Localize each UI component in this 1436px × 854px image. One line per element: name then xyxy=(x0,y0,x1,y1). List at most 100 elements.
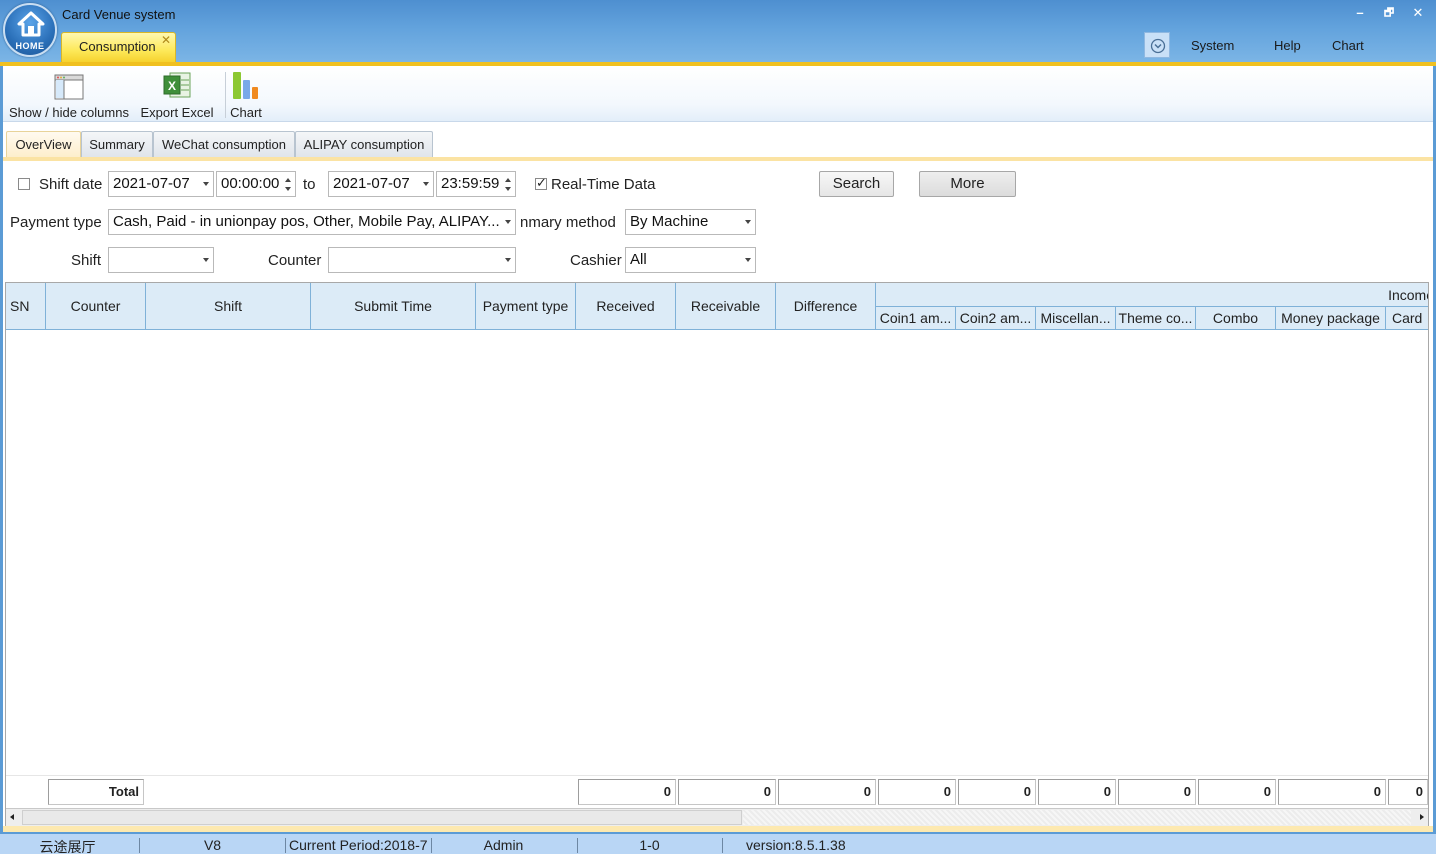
chevron-down-icon xyxy=(745,258,751,262)
export-excel-label: Export Excel xyxy=(140,105,214,120)
chevron-down-icon xyxy=(505,258,511,262)
spin-up-icon[interactable] xyxy=(505,178,511,182)
shift-date-checkbox[interactable] xyxy=(18,178,30,190)
to-time-value: 23:59:59 xyxy=(441,175,500,192)
column-group-income: Income xyxy=(876,283,1428,307)
counter-label: Counter xyxy=(268,252,322,269)
to-date-value: 2021-07-07 xyxy=(333,175,410,192)
more-button[interactable]: More xyxy=(919,171,1016,197)
column-header-theme-consumption[interactable]: Theme co... xyxy=(1116,307,1196,330)
grid-body xyxy=(6,331,1428,776)
column-header-coin1-amount[interactable]: Coin1 am... xyxy=(876,307,956,330)
chevron-down-icon xyxy=(203,182,209,186)
column-header-counter[interactable]: Counter xyxy=(46,283,146,330)
spin-up-icon[interactable] xyxy=(285,178,291,182)
column-header-combo[interactable]: Combo xyxy=(1196,307,1276,330)
status-venue: 云途展厅 xyxy=(39,839,96,854)
chevron-down-circle-icon xyxy=(1150,38,1166,54)
column-header-difference[interactable]: Difference xyxy=(776,283,876,330)
horizontal-scrollbar[interactable] xyxy=(6,808,1428,826)
spin-down-icon[interactable] xyxy=(505,187,511,191)
payment-type-label: Payment type xyxy=(10,214,102,231)
status-current-period: Current Period:2018-7 xyxy=(289,837,428,853)
total-coin2-amount: 0 xyxy=(958,779,1036,805)
payment-type-select[interactable]: Cash, Paid - in unionpay pos, Other, Mob… xyxy=(108,209,516,235)
realtime-data-checkbox[interactable] xyxy=(535,175,547,191)
tab-wechat-consumption[interactable]: WeChat consumption xyxy=(153,131,295,158)
consumption-grid: SN Counter Shift Submit Time Payment typ… xyxy=(5,282,1429,828)
from-date-value: 2021-07-07 xyxy=(113,175,190,192)
total-difference: 0 xyxy=(778,779,876,805)
export-excel-button[interactable]: X Export Excel xyxy=(140,70,214,120)
status-separator xyxy=(722,838,723,853)
scrollbar-thumb[interactable] xyxy=(22,810,742,825)
column-header-payment-type[interactable]: Payment type xyxy=(476,283,576,330)
summary-method-label: nmary method xyxy=(520,214,616,231)
menu-toggle-button[interactable] xyxy=(1144,32,1170,58)
total-theme-consumption: 0 xyxy=(1118,779,1196,805)
close-button[interactable]: ✕ xyxy=(1407,4,1429,22)
show-hide-columns-button[interactable]: Show / hide columns xyxy=(8,70,130,120)
home-button[interactable]: HOME xyxy=(3,3,57,57)
status-separator xyxy=(285,838,286,853)
column-header-submit-time[interactable]: Submit Time xyxy=(311,283,476,330)
cashier-value: All xyxy=(630,251,647,268)
column-header-received[interactable]: Received xyxy=(576,283,676,330)
scroll-left-icon[interactable] xyxy=(10,814,14,820)
chart-label: Chart xyxy=(230,105,262,120)
total-money-package: 0 xyxy=(1278,779,1386,805)
from-date-picker[interactable]: 2021-07-07 xyxy=(108,171,214,197)
scroll-right-icon[interactable] xyxy=(1420,814,1424,820)
status-edition: V8 xyxy=(203,837,222,853)
cashier-select[interactable]: All xyxy=(625,247,756,273)
tab-alipay-consumption[interactable]: ALIPAY consumption xyxy=(295,131,433,158)
shift-label: Shift xyxy=(71,252,102,269)
minimize-icon: – xyxy=(1356,5,1364,20)
summary-method-select[interactable]: By Machine xyxy=(625,209,756,235)
close-icon: ✕ xyxy=(1412,5,1424,20)
chevron-down-icon xyxy=(745,220,751,224)
to-date-picker[interactable]: 2021-07-07 xyxy=(328,171,434,197)
column-header-miscellaneous[interactable]: Miscellan... xyxy=(1036,307,1116,330)
chevron-down-icon xyxy=(505,220,511,224)
search-button[interactable]: Search xyxy=(819,171,894,197)
menu-chart[interactable]: Chart xyxy=(1332,38,1364,53)
column-header-sn[interactable]: SN xyxy=(6,283,46,330)
shift-select[interactable] xyxy=(108,247,214,273)
svg-text:X: X xyxy=(168,79,176,93)
column-header-coin2-amount[interactable]: Coin2 am... xyxy=(956,307,1036,330)
total-card: 0 xyxy=(1388,779,1428,805)
home-icon xyxy=(17,11,45,37)
tab-summary[interactable]: Summary xyxy=(81,131,153,158)
column-header-shift[interactable]: Shift xyxy=(146,283,311,330)
minimize-button[interactable]: – xyxy=(1349,4,1371,22)
spin-down-icon[interactable] xyxy=(285,187,291,191)
chart-button[interactable]: Chart xyxy=(229,70,263,120)
to-time-spinner[interactable]: 23:59:59 xyxy=(436,171,516,197)
counter-select[interactable] xyxy=(328,247,516,273)
status-version: version:8.5.1.38 xyxy=(746,837,846,853)
status-bar: 云途展厅 V8 Current Period:2018-7 Admin 1-0 … xyxy=(0,834,1436,854)
from-time-spinner[interactable]: 00:00:00 xyxy=(216,171,296,197)
menu-help[interactable]: Help xyxy=(1274,38,1301,53)
close-tab-icon[interactable]: ✕ xyxy=(161,33,171,47)
restore-button[interactable]: 🗗 xyxy=(1378,4,1400,22)
from-time-value: 00:00:00 xyxy=(221,175,280,192)
tab-overview[interactable]: OverView xyxy=(6,131,81,158)
scrollbar-track[interactable] xyxy=(743,810,1411,825)
total-miscellaneous: 0 xyxy=(1038,779,1116,805)
column-header-receivable[interactable]: Receivable xyxy=(676,283,776,330)
columns-icon xyxy=(54,74,84,100)
tab-consumption[interactable]: Consumption ✕ xyxy=(61,32,176,62)
status-separator xyxy=(139,838,140,853)
toolbar-separator xyxy=(225,72,226,118)
status-separator xyxy=(577,838,578,853)
app-title: Card Venue system xyxy=(62,7,176,22)
column-header-card[interactable]: Card xyxy=(1386,307,1428,330)
menu-system[interactable]: System xyxy=(1191,38,1234,53)
title-bar: HOME Card Venue system – 🗗 ✕ Consumption… xyxy=(0,0,1436,64)
shift-date-label: Shift date xyxy=(39,176,103,193)
toolbar: Show / hide columns X Export Excel Chart xyxy=(3,66,1433,122)
column-header-money-package[interactable]: Money package xyxy=(1276,307,1386,330)
chevron-down-icon xyxy=(203,258,209,262)
